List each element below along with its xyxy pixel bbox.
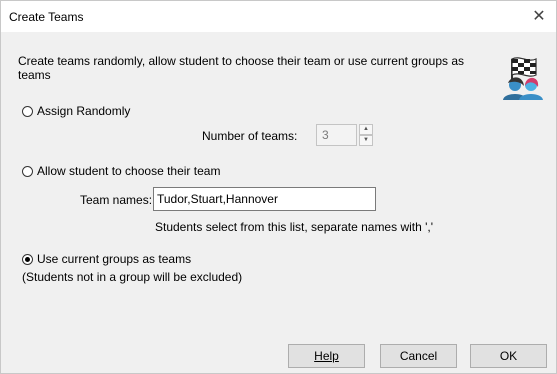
assign-randomly-radio-circle[interactable]	[22, 105, 33, 117]
assign-randomly-label: Assign Randomly	[37, 104, 131, 118]
assign-randomly-radio[interactable]: Assign Randomly	[22, 104, 130, 118]
spin-down-icon[interactable]: ▼	[359, 135, 373, 146]
ok-button[interactable]: OK	[470, 344, 547, 368]
use-groups-radio[interactable]: Use current groups as teams	[22, 252, 191, 266]
number-of-teams-label: Number of teams:	[202, 129, 298, 143]
allow-choose-radio-circle[interactable]	[22, 165, 33, 177]
use-groups-label: Use current groups as teams	[37, 252, 192, 266]
help-button-label: Help	[314, 349, 339, 363]
number-of-teams-input[interactable]: 3	[316, 124, 357, 146]
spin-up-icon[interactable]: ▲	[359, 124, 373, 135]
dialog-description: Create teams randomly, allow student to …	[18, 54, 464, 82]
allow-choose-label: Allow student to choose their team	[37, 164, 221, 178]
allow-choose-radio[interactable]: Allow student to choose their team	[22, 164, 220, 178]
racing-flag-students-icon	[503, 57, 543, 100]
number-of-teams-spinner[interactable]: ▲ ▼	[359, 124, 373, 146]
help-button[interactable]: Help	[288, 344, 365, 368]
team-names-label: Team names:	[80, 193, 153, 207]
use-groups-note: (Students not in a group will be exclude…	[22, 270, 243, 284]
use-groups-radio-circle[interactable]	[22, 253, 33, 265]
team-names-hint: Students select from this list, separate…	[155, 220, 434, 234]
close-icon[interactable]: ✕	[528, 6, 550, 26]
team-names-input[interactable]	[153, 187, 376, 211]
cancel-button[interactable]: Cancel	[380, 344, 457, 368]
dialog-title: Create Teams	[9, 10, 84, 24]
title-bar: Create Teams ✕	[1, 1, 556, 32]
create-teams-dialog: Create Teams ✕ Create teams randomly, al…	[0, 0, 557, 374]
